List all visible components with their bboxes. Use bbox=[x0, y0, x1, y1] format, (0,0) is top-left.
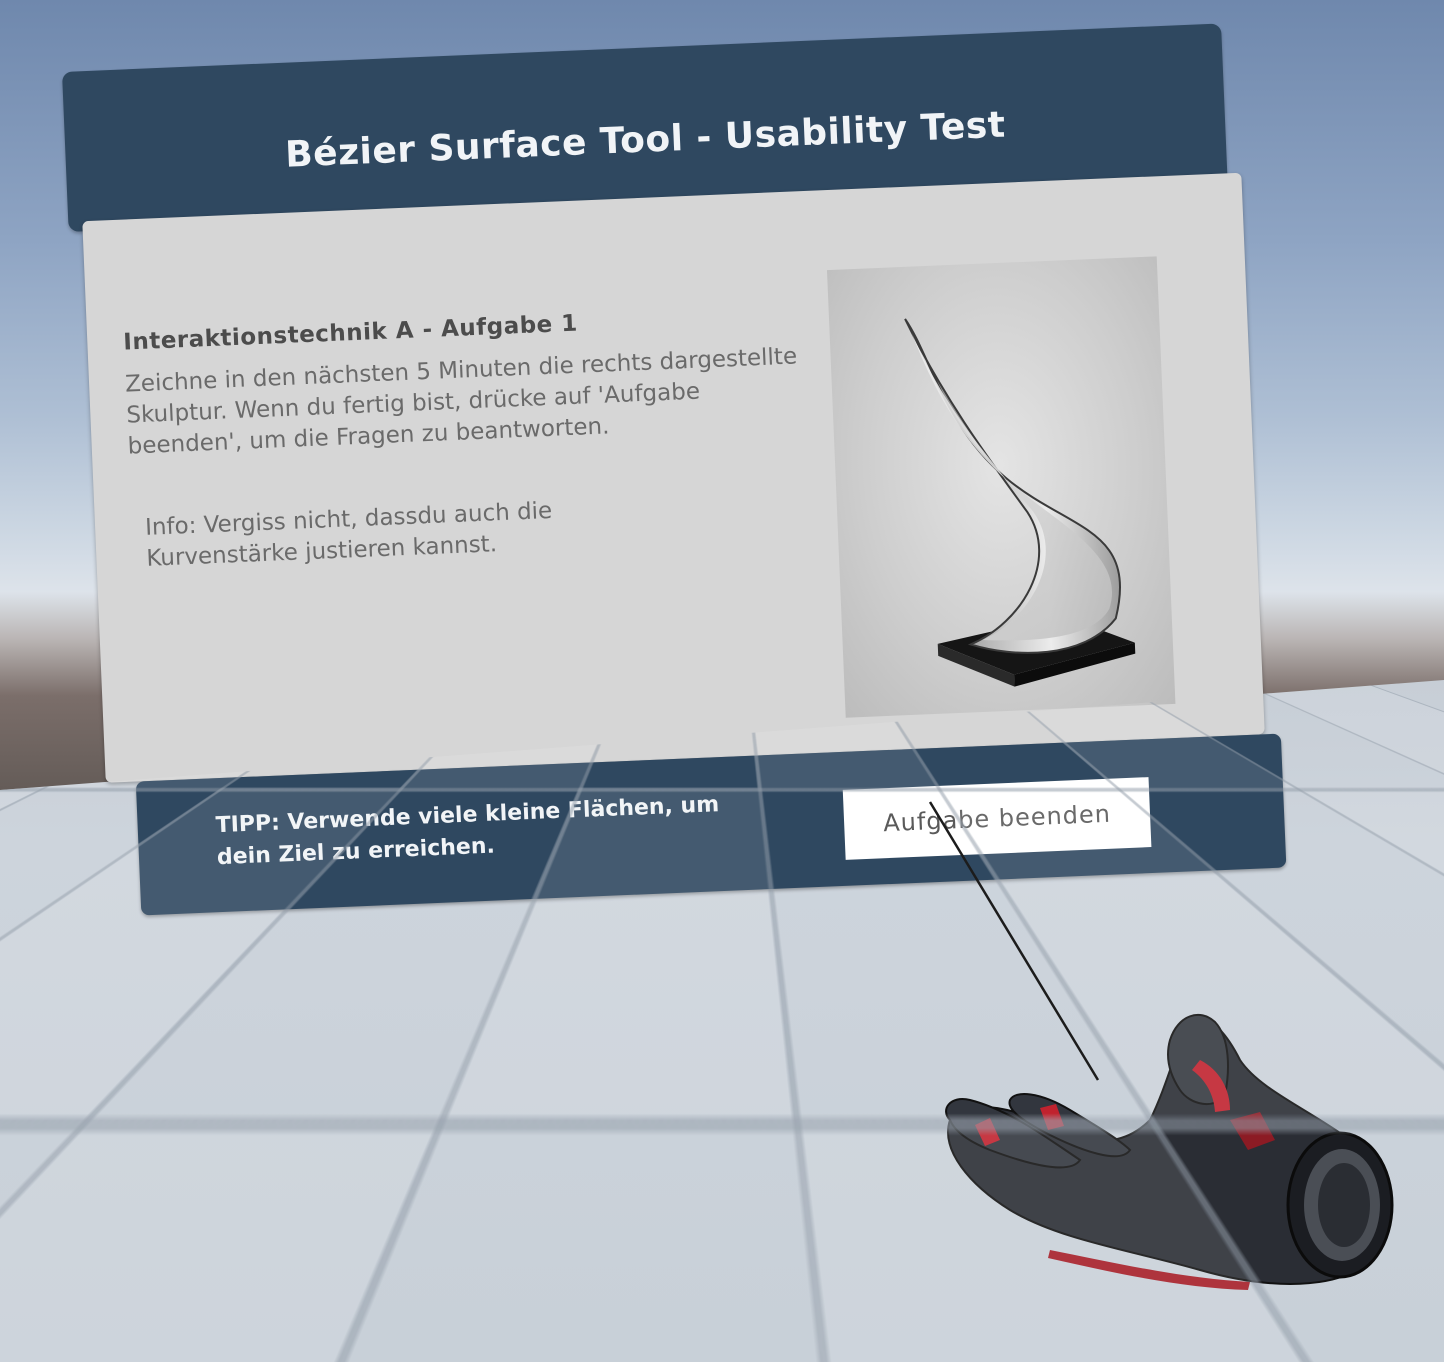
task-body: Interaktionstechnik A - Aufgabe 1 Zeichn… bbox=[82, 173, 1265, 783]
tip-text: TIPP: Verwende viele kleine Flächen, um … bbox=[215, 788, 737, 874]
vr-scene: Bézier Surface Tool - Usability Test Int… bbox=[0, 0, 1444, 1362]
task-heading: Interaktionstechnik A - Aufgabe 1 bbox=[123, 311, 578, 356]
task-info: Info: Vergiss nicht, dassdu auch die Kur… bbox=[145, 489, 707, 574]
sculpture-illustration bbox=[827, 256, 1175, 717]
finish-task-button[interactable]: Aufgabe beenden bbox=[843, 777, 1152, 860]
panel-title: Bézier Surface Tool - Usability Test bbox=[65, 95, 1226, 185]
sculpture-reference-image bbox=[827, 256, 1175, 717]
vr-hand-controller bbox=[930, 1000, 1400, 1300]
task-instruction: Zeichne in den nächsten 5 Minuten die re… bbox=[125, 341, 808, 462]
